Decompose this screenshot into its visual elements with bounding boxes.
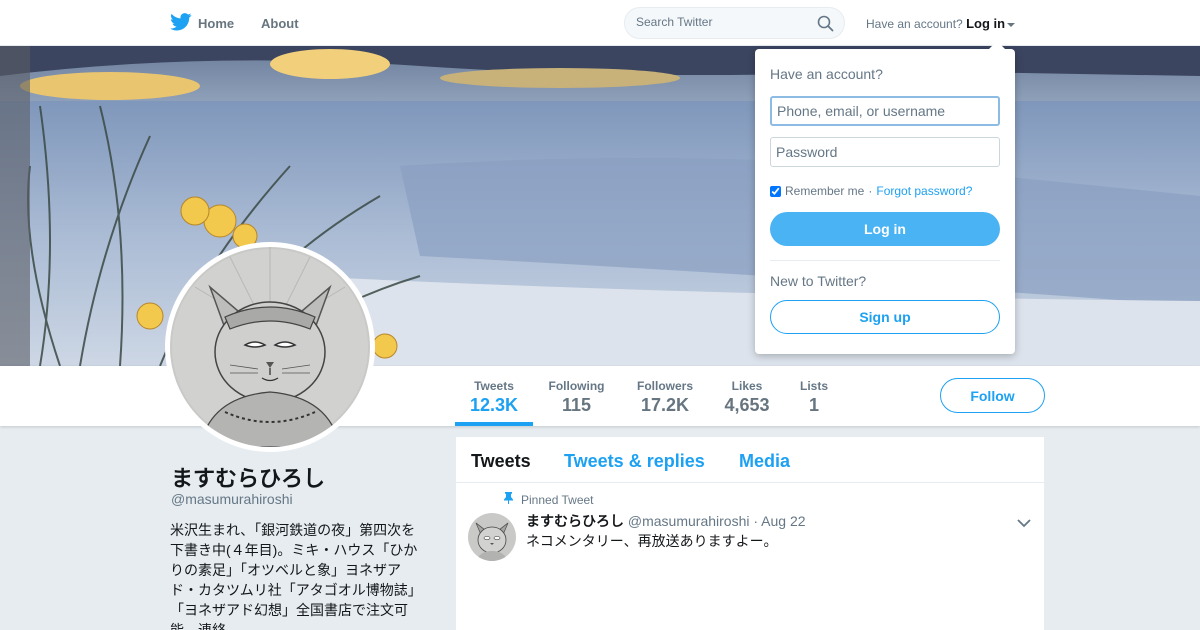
stat-label: Tweets — [474, 379, 514, 393]
tweet-author-handle[interactable]: @masumurahiroshi — [628, 513, 750, 529]
stat-value: 115 — [561, 395, 592, 415]
tweet-text: ネコメンタリー、再放送ありますよー。 — [526, 533, 778, 549]
profile-handle: @masumurahiroshi — [171, 491, 293, 507]
bio-line: 「ヨネザアド幻想」全国書店で注文可 — [170, 602, 408, 618]
account-prompt: Have an account? — [866, 17, 963, 31]
stat-followers[interactable]: Followers 17.2K — [628, 366, 702, 426]
stat-value: 17.2K — [640, 395, 690, 415]
tweet-separator: · — [753, 513, 759, 529]
timeline-tabs: Tweets Tweets & replies Media — [456, 437, 1044, 483]
search-box — [624, 7, 845, 39]
new-to-twitter-prompt: New to Twitter? — [770, 273, 867, 289]
caret-down-icon — [1007, 22, 1016, 27]
remember-me-row: Remember me · Forgot password? — [770, 184, 972, 198]
tab-tweets-and-replies[interactable]: Tweets & replies — [564, 451, 705, 472]
stat-likes[interactable]: Likes 4,653 — [718, 366, 776, 426]
username-input[interactable] — [770, 96, 1000, 126]
stat-tweets[interactable]: Tweets 12.3K — [455, 366, 533, 426]
nav-home-link[interactable]: Home — [170, 13, 234, 34]
top-nav-bar: Home About Have an account? Log in — [0, 0, 1200, 46]
remember-me-label: Remember me — [785, 184, 865, 198]
profile-avatar[interactable] — [165, 242, 375, 452]
account-menu: Have an account? Log in — [866, 16, 1016, 31]
tweet-author-name[interactable]: ますむらひろし — [526, 513, 624, 529]
login-label: Log in — [966, 16, 1006, 31]
nav-home-label: Home — [198, 16, 235, 31]
search-input[interactable] — [636, 15, 806, 29]
profile-name: ますむらひろし — [171, 466, 326, 491]
login-dropdown-title: Have an account? — [770, 66, 883, 82]
tab-tweets[interactable]: Tweets — [471, 451, 531, 472]
stat-label: Followers — [636, 379, 693, 393]
bio-line: ド・カタツムリ社「アタゴオル博物誌」 — [170, 582, 422, 598]
pinned-tweet-header: Pinned Tweet — [504, 492, 594, 507]
remember-me-checkbox[interactable] — [770, 185, 781, 197]
cat-portrait-image — [170, 247, 370, 447]
stat-value: 4,653 — [724, 395, 770, 415]
stat-value: 1 — [808, 395, 819, 415]
bio-line: 下書き中(４年目)。ミキ・ハウス「ひか — [170, 542, 418, 558]
password-input[interactable] — [770, 137, 1000, 167]
follow-button[interactable]: Follow — [940, 378, 1045, 413]
tweet-header: ますむらひろし @masumurahiroshi · Aug 22 — [526, 511, 806, 531]
bio-line: 米沢生まれ、「銀河鉄道の夜」第四次を — [170, 522, 416, 538]
bio-line: 能。連絡 — [170, 622, 226, 630]
remember-separator: · — [868, 184, 873, 198]
stat-label: Lists — [799, 379, 828, 393]
tab-media[interactable]: Media — [739, 451, 790, 472]
twitter-bird-icon — [170, 13, 192, 34]
login-button[interactable]: Log in — [770, 212, 1000, 246]
stat-label: Following — [548, 379, 605, 393]
pin-icon — [504, 492, 513, 507]
stat-lists[interactable]: Lists 1 — [790, 366, 838, 426]
stat-label: Likes — [731, 379, 763, 393]
pinned-label: Pinned Tweet — [521, 492, 594, 507]
bio-line: りの素足」「オツベルと象」ヨネザア — [170, 562, 401, 578]
stat-value: 12.3K — [469, 395, 519, 415]
dropdown-arrow — [989, 41, 1005, 49]
login-dropdown: Have an account? Remember me · Forgot pa… — [755, 41, 1015, 354]
forgot-password-link[interactable]: Forgot password? — [876, 184, 972, 198]
profile-bio: 米沢生まれ、「銀河鉄道の夜」第四次を 下書き中(４年目)。ミキ・ハウス「ひか り… — [170, 520, 428, 630]
search-icon[interactable] — [817, 15, 834, 37]
signup-button[interactable]: Sign up — [770, 300, 1000, 334]
nav-about-link[interactable]: About — [261, 16, 299, 31]
login-dropdown-toggle[interactable]: Log in — [966, 16, 1016, 31]
tweet-avatar[interactable] — [468, 513, 516, 561]
tweet-date[interactable]: Aug 22 — [761, 513, 805, 529]
stat-following[interactable]: Following 115 — [540, 366, 613, 426]
timeline: Tweets Tweets & replies Media Pinned Twe… — [456, 437, 1044, 630]
chevron-down-icon[interactable] — [1017, 515, 1031, 533]
dropdown-divider — [770, 260, 1000, 261]
